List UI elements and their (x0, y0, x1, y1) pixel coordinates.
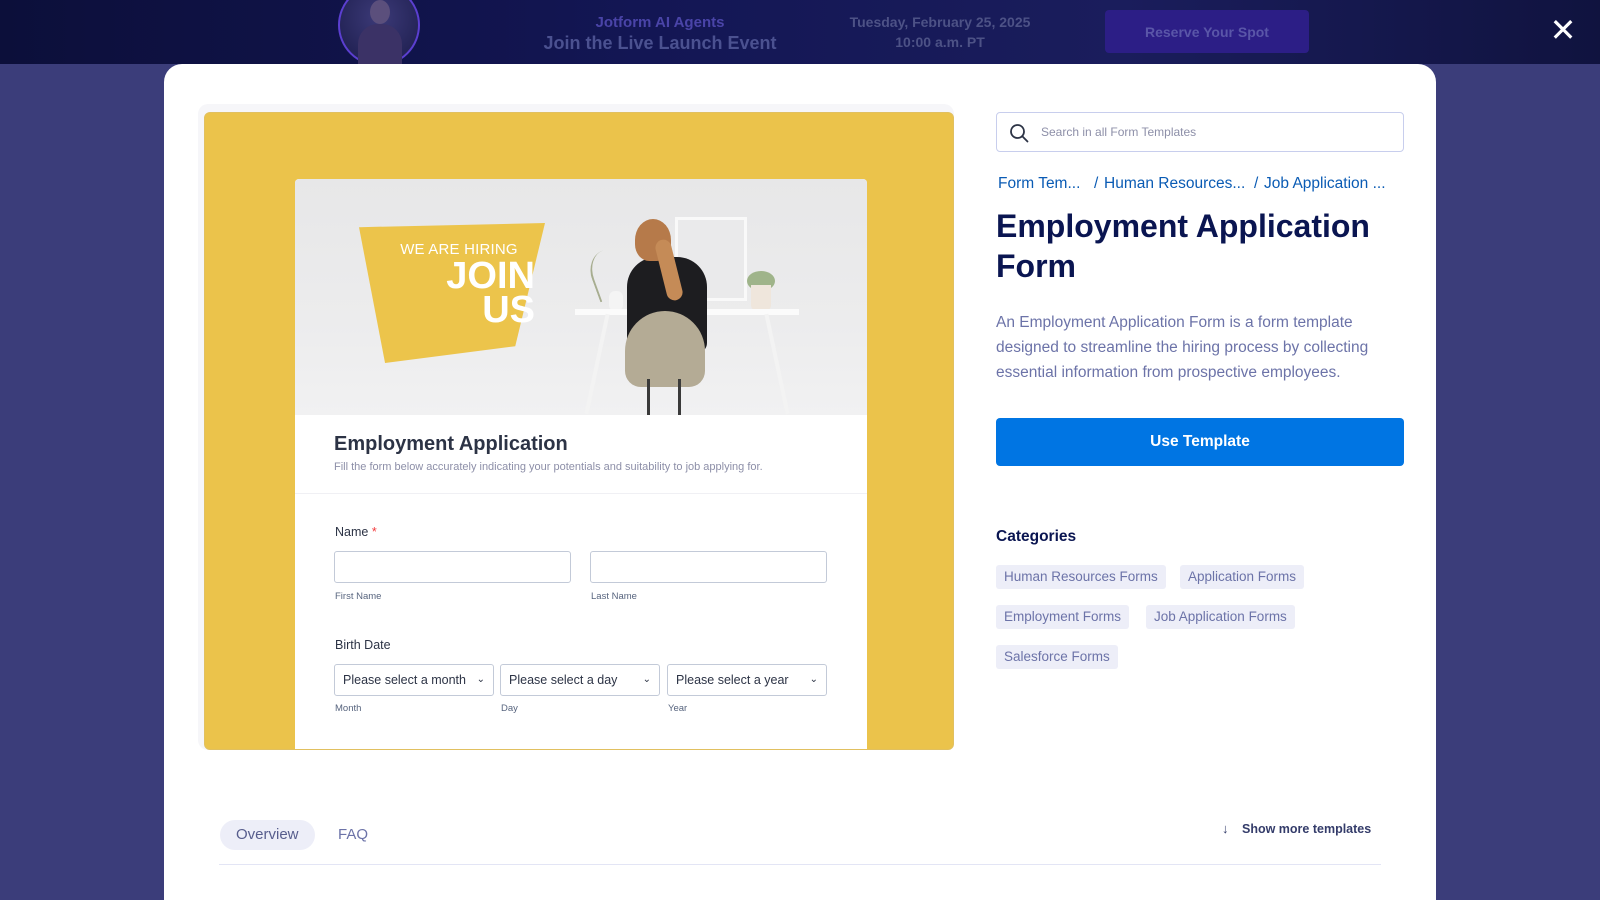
template-search[interactable] (996, 112, 1404, 152)
tabs-divider (219, 864, 1381, 865)
breadcrumb-form-templates[interactable]: Form Tem... (998, 175, 1090, 193)
hero-vase (609, 291, 623, 311)
tab-overview[interactable]: Overview (220, 820, 315, 850)
arrow-down-icon: ↓ (1222, 821, 1229, 836)
preview-divider (295, 493, 867, 494)
year-select-value: Please select a year (676, 673, 789, 687)
category-chip-employment[interactable]: Employment Forms (996, 605, 1130, 629)
show-more-label: Show more templates (1242, 822, 1372, 836)
category-chip-job-application[interactable]: Job Application Forms (1146, 605, 1295, 629)
first-name-sublabel: First Name (335, 591, 382, 602)
chevron-down-icon: ⌄ (476, 674, 485, 685)
year-select[interactable]: Please select a year ⌄ (667, 664, 827, 696)
chevron-down-icon: ⌄ (809, 674, 818, 685)
use-template-button[interactable]: Use Template (996, 418, 1404, 466)
show-more-templates-button[interactable]: ↓ Show more templates (1222, 814, 1371, 844)
avatar-body (358, 24, 402, 64)
speaker-avatar (338, 0, 420, 66)
preview-form-card: WE ARE HIRING JOIN US Employment Applica… (295, 179, 867, 749)
banner-date-day: Tuesday, February 25, 2025 (849, 14, 1031, 30)
day-sublabel: Day (501, 703, 518, 714)
month-select[interactable]: Please select a month ⌄ (334, 664, 494, 696)
close-icon[interactable]: ✕ (1548, 14, 1578, 46)
chevron-down-icon: ⌄ (642, 674, 651, 685)
hero-image: WE ARE HIRING JOIN US (295, 179, 867, 415)
template-description: An Employment Application Form is a form… (996, 314, 1369, 381)
breadcrumb-separator: / (1094, 175, 1099, 192)
tab-faq[interactable]: FAQ (322, 820, 384, 850)
month-select-value: Please select a month (343, 673, 466, 687)
preview-form-title: Employment Application (334, 433, 568, 455)
last-name-sublabel: Last Name (591, 591, 637, 602)
badge-big-text: JOIN US (405, 255, 535, 331)
hero-chair (625, 311, 705, 387)
name-label-text: Name (335, 525, 369, 539)
search-icon (1010, 124, 1029, 143)
avatar-head (370, 0, 390, 24)
last-name-input[interactable] (590, 551, 827, 583)
banner-date-time: 10:00 a.m. PT (895, 34, 985, 50)
category-chip-salesforce[interactable]: Salesforce Forms (996, 645, 1118, 669)
month-sublabel: Month (335, 703, 362, 714)
reserve-spot-button[interactable]: Reserve Your Spot (1105, 10, 1309, 53)
breadcrumb-separator: / (1254, 175, 1259, 192)
banner-event-title: Join the Live Launch Event (543, 33, 777, 53)
day-select-value: Please select a day (509, 673, 618, 687)
breadcrumb-job-application[interactable]: Job Application ... (1264, 175, 1409, 193)
first-name-input[interactable] (334, 551, 571, 583)
day-select[interactable]: Please select a day ⌄ (500, 664, 660, 696)
breadcrumb: Form Tem... / Human Resources... / Job A… (996, 175, 1416, 195)
template-modal: WE ARE HIRING JOIN US Employment Applica… (164, 64, 1436, 900)
badge-line-1: JOIN (446, 255, 535, 297)
hero-plant-pot (751, 285, 771, 311)
name-label: Name * (335, 525, 377, 539)
breadcrumb-human-resources[interactable]: Human Resources... (1104, 175, 1254, 193)
categories-heading: Categories (996, 528, 1077, 545)
hero-desk-leg (764, 313, 790, 415)
banner-date: Tuesday, February 25, 2025 10:00 a.m. PT (820, 12, 1060, 52)
promo-banner: Jotform AI Agents Join the Live Launch E… (0, 0, 1600, 66)
template-title: Employment Application Form (996, 208, 1370, 284)
birth-date-label: Birth Date (335, 638, 391, 652)
badge-line-2: US (482, 289, 535, 331)
category-chip-application[interactable]: Application Forms (1180, 565, 1305, 589)
preview-form-subtitle: Fill the form below accurately indicatin… (334, 461, 763, 473)
template-preview[interactable]: WE ARE HIRING JOIN US Employment Applica… (204, 112, 954, 750)
category-chip-human-resources[interactable]: Human Resources Forms (996, 565, 1166, 589)
required-mark: * (371, 525, 377, 539)
search-input[interactable] (1041, 113, 1391, 151)
hero-desk-leg (584, 313, 610, 415)
hero-chair-legs (647, 379, 681, 415)
year-sublabel: Year (668, 703, 688, 714)
banner-brand: Jotform AI Agents (595, 14, 725, 31)
